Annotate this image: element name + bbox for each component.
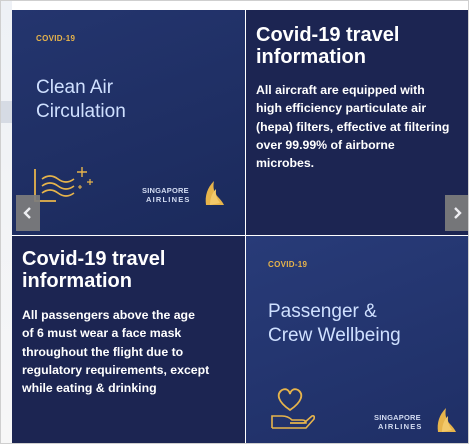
info-tile-air-filters: Covid-19 travel information All aircraft… — [246, 10, 468, 235]
promo-title-line: Circulation — [36, 101, 126, 122]
info-body-line: of 6 must wear a face mask — [22, 326, 182, 341]
airline-logo-line1: SINGAPORE — [142, 186, 189, 195]
info-heading-line: Covid-19 travel — [256, 24, 400, 46]
chevron-left-icon — [23, 207, 31, 219]
airline-logo-line2: AIRLINES — [378, 422, 423, 431]
background-strip — [1, 1, 12, 443]
promo-title-line: Passenger & — [268, 301, 377, 322]
airline-logo-line1: SINGAPORE — [374, 413, 421, 422]
promo-title: Clean Air Circulation — [36, 76, 126, 124]
airline-logo: SINGAPORE AIRLINES — [142, 175, 232, 209]
info-body-line: (hepa) filters, effective at filtering — [256, 119, 450, 134]
air-flow-icon — [34, 167, 93, 202]
bird-logo-icon — [437, 408, 456, 432]
info-body-line: high efficiency particulate air — [256, 101, 427, 116]
promo-tile-clean-air[interactable]: COVID-19 Clean Air Circulation SINGAPORE… — [12, 10, 245, 235]
covid-tag: COVID-19 — [36, 34, 76, 43]
info-heading: Covid-19 travel information — [22, 248, 165, 292]
covid-tag: COVID-19 — [268, 260, 308, 269]
info-heading: Covid-19 travel information — [256, 24, 399, 68]
info-body-line: microbes. — [256, 156, 315, 171]
carousel-next-button[interactable] — [445, 195, 468, 231]
info-tile-face-mask: Covid-19 travel information All passenge… — [12, 236, 245, 443]
carousel-prev-button[interactable] — [16, 195, 40, 231]
airline-logo: SINGAPORE AIRLINES — [374, 402, 464, 436]
promo-title: Passenger & Crew Wellbeing — [268, 300, 401, 348]
info-body-line: regulatory requirements, except — [22, 362, 210, 377]
info-body-line: while eating & drinking — [22, 381, 157, 396]
info-heading-line: information — [22, 270, 132, 292]
promo-tile-wellbeing[interactable]: COVID-19 Passenger & Crew Wellbeing SING… — [246, 236, 468, 443]
info-heading-line: information — [256, 46, 366, 68]
background-band — [1, 101, 12, 123]
info-body-line: throughout the flight due to — [22, 344, 184, 359]
promo-title-line: Clean Air — [36, 77, 114, 98]
info-heading-line: Covid-19 travel — [22, 248, 166, 270]
airline-logo-line2: AIRLINES — [146, 195, 191, 204]
chevron-right-icon — [454, 207, 462, 219]
info-body-line: over 99.99% of airborne — [256, 137, 395, 152]
bird-logo-icon — [205, 181, 224, 205]
carousel: COVID-19 Clean Air Circulation SINGAPORE… — [0, 0, 469, 444]
info-body-line: All passengers above the age — [22, 308, 195, 322]
info-body-line: All aircraft are equipped with — [256, 83, 425, 97]
info-body: All passengers above the age of 6 must w… — [22, 306, 209, 397]
heart-hand-icon — [271, 388, 316, 429]
promo-title-line: Crew Wellbeing — [268, 325, 401, 346]
info-body: All aircraft are equipped with high effi… — [256, 81, 449, 172]
